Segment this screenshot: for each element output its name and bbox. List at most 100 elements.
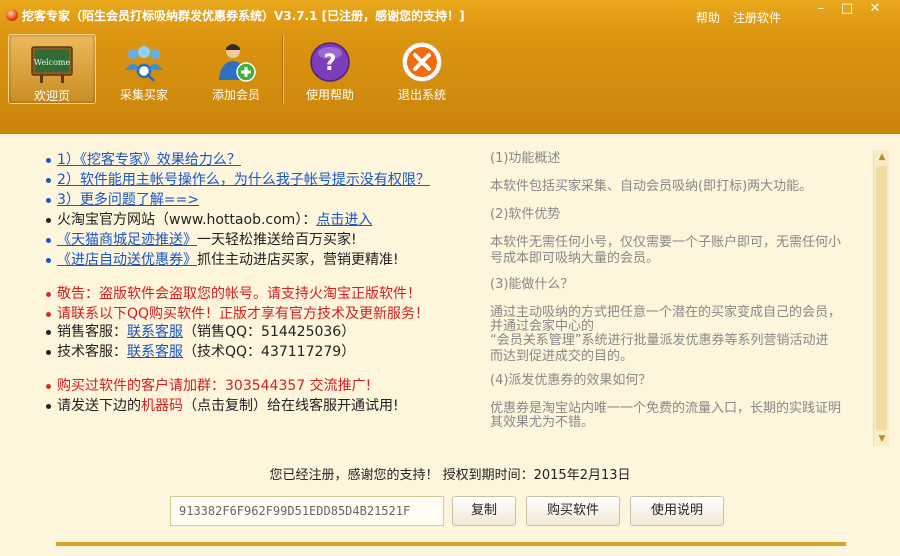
trial-text-2: （点击复制）给在线客服开通试用! [183,398,399,414]
bullet-icon [46,257,51,263]
tech-contact-link[interactable]: 联系客服 [127,344,183,360]
sales-qq-label: （销售QQ： [183,324,262,340]
manual-button[interactable]: 使用说明 [630,496,724,526]
svg-text:?: ? [324,51,337,76]
list-item: 请联系以下QQ购买软件！正版才享有官方技术及更新服务！ [46,304,429,324]
list-item: 2）软件能用主帐号操作么，为什么我子帐号提示没有权限？ [46,170,430,190]
list-item: 技术客服：联系客服（技术QQ：437117279） [46,342,355,362]
tech-qq-label: （技术QQ： [183,344,262,360]
list-item: 请发送下边的机器码（点击复制）给在线客服开通试用! [46,396,399,416]
scroll-down-arrow-icon[interactable]: ▼ [874,432,890,446]
list-item: 《天猫商城足迹推送》一天轻松推送给百万买家! [46,230,357,250]
tech-qq-number: 437117279 [261,344,342,360]
tab-welcome-label: 欢迎页 [33,89,70,103]
official-site-link[interactable]: 点击进入 [316,212,372,228]
tech-label: 技术客服： [57,344,127,360]
maximize-button[interactable]: □ [834,0,860,20]
toolbar-divider [282,36,283,104]
tab-add-member-label: 添加会员 [211,88,260,102]
list-item: 购买过软件的客户请加群：303544357 交流推广! [46,376,371,396]
bullet-icon [46,177,51,183]
bullet-icon [46,217,51,223]
chalkboard-text: Welcome [34,58,71,67]
feature-heading: (2)软件优势 [490,207,561,222]
scroll-up-arrow-icon[interactable]: ▲ [874,150,890,164]
bullet-icon [46,383,51,389]
list-item: 《进店自动送优惠券》抓住主动进店买家，营销更精准! [46,250,399,270]
chalkboard-icon: Welcome [31,46,73,83]
group-join-suffix: 交流推广! [305,378,372,394]
group-number: 303544357 [225,378,306,394]
tab-exit-label: 退出系统 [397,88,446,102]
main-toolbar: Welcome 欢迎页 采集买家 添加会员 ? 使用帮助 退出系统 [0,30,900,134]
list-item: 敬告：盗版软件会盗取您的帐号。请支持火淘宝正版软件！ [46,284,421,304]
minimize-button[interactable]: – [808,0,834,20]
bullet-icon [46,237,51,243]
app-logo-icon [6,9,18,21]
tmall-push-text: 一天轻松推送给百万买家! [197,232,357,248]
feature-text: “会员关系管理”系统进行批量派发优惠券等系列营销活动进 [490,333,829,348]
register-link[interactable]: 注册软件 [733,9,781,26]
trial-text-1: 请发送下边的 [57,398,141,414]
tab-exit[interactable]: 退出系统 [378,34,466,104]
feature-heading: (4)派发优惠券的效果如何？ [490,373,652,388]
bullet-icon [46,349,51,355]
tab-add-member[interactable]: 添加会员 [192,34,280,104]
group-join-label: 购买过软件的客户请加群： [57,378,225,394]
list-item: 3）更多问题了解==> [46,190,199,210]
welcome-info-panel: 1）《挖客专家》效果给力么？ 2）软件能用主帐号操作么，为什么我子帐号提示没有权… [46,150,476,440]
feature-text: 其效果尤为不错。 [490,415,595,430]
sales-contact-link[interactable]: 联系客服 [127,324,183,340]
window-title: 挖客专家（陌生会员打标吸纳群发优惠券系统）V3.7.1 [已注册，感谢您的支持！… [22,9,465,23]
faq-link-account[interactable]: 2）软件能用主帐号操作么，为什么我子帐号提示没有权限？ [57,172,430,188]
tab-collect-buyers-label: 采集买家 [119,88,168,102]
official-site-text: 火淘宝官方网站（www.hottaob.com）： [57,212,317,228]
feature-description-panel: (1)功能概述 本软件包括买家采集、自动会员吸纳(即打标)两大功能。 (2)软件… [490,150,868,446]
faq-link-effect[interactable]: 1）《挖客专家》效果给力么？ [57,152,241,168]
coupon-text: 抓住主动进店买家，营销更精准! [197,252,399,268]
purchase-notice: 请联系以下QQ购买软件！正版才享有官方技术及更新服务！ [57,306,430,322]
right-panel-scrollbar[interactable]: ▲ ▼ [873,150,889,446]
help-icon: ? [310,42,350,82]
feature-text: 本软件无需任何小号，仅仅需要一个子账户即可，无需任何小 [490,235,842,250]
sales-label: 销售客服： [57,324,127,340]
bullet-icon [46,157,51,163]
feature-text: 本软件包括买家采集、自动会员吸纳(即打标)两大功能。 [490,179,813,194]
tmall-push-link[interactable]: 《天猫商城足迹推送》 [57,232,197,248]
exit-icon [402,42,442,82]
copy-button[interactable]: 复制 [452,496,516,526]
faq-link-more[interactable]: 3）更多问题了解==> [57,192,199,208]
list-item: 销售客服：联系客服（销售QQ：514425036） [46,322,355,342]
title-bar: 挖客专家（陌生会员打标吸纳群发优惠券系统）V3.7.1 [已注册，感谢您的支持！… [0,0,900,30]
add-user-icon [219,44,256,82]
bullet-icon [46,329,51,335]
list-item: 1）《挖客专家》效果给力么？ [46,150,241,170]
bullet-icon [46,403,51,409]
machine-code-label: 机器码 [141,398,183,414]
feature-heading: (3)能做什么？ [490,277,574,292]
feature-text: 而达到促进成交的目的。 [490,349,634,364]
machine-code-field[interactable] [170,496,444,526]
registration-status: 您已经注册，感谢您的支持！ 授权到期时间：2015年2月13日 [269,468,631,483]
tab-collect-buyers[interactable]: 采集买家 [100,34,188,104]
coupon-link[interactable]: 《进店自动送优惠券》 [57,252,197,268]
bullet-icon [46,291,51,297]
close-button[interactable]: ✕ [862,0,888,20]
bottom-accent-bar [56,542,846,546]
feature-text: 号成本即可吸纳大量的会员。 [490,251,660,266]
piracy-warning: 敬告：盗版软件会盗取您的帐号。请支持火淘宝正版软件！ [57,286,421,302]
scroll-thumb[interactable] [876,166,887,430]
tech-qq-close: ） [341,344,356,360]
tab-help[interactable]: ? 使用帮助 [286,34,374,104]
list-item: 火淘宝官方网站（www.hottaob.com）：点击进入 [46,210,372,230]
sales-qq-close: ） [341,324,356,340]
bullet-icon [46,311,51,317]
bullet-icon [46,197,51,203]
sales-qq-number: 514425036 [261,324,342,340]
tab-help-label: 使用帮助 [305,88,354,102]
help-link[interactable]: 帮助 [696,9,720,26]
tab-welcome[interactable]: Welcome 欢迎页 [8,34,96,104]
buy-software-button[interactable]: 购买软件 [526,496,620,526]
feature-heading: (1)功能概述 [490,151,561,166]
users-search-icon [125,46,163,82]
